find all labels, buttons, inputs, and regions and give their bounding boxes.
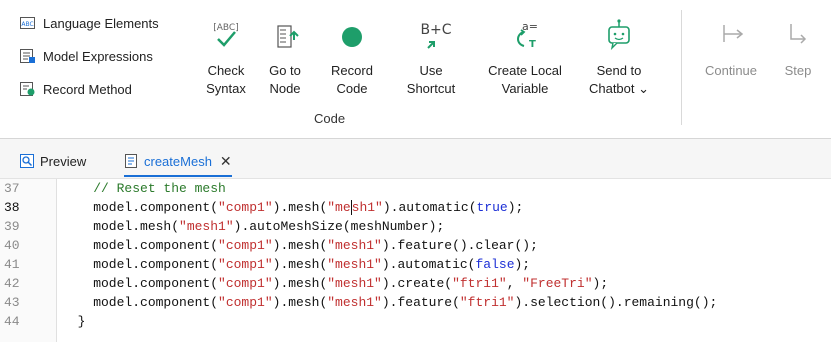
svg-text:ABC: ABC	[21, 21, 33, 28]
line-number: 43	[4, 295, 20, 310]
continue-icon	[723, 25, 744, 42]
tab-createmesh-label: createMesh	[144, 153, 212, 169]
language-elements-icon: ABC	[20, 17, 35, 29]
code-line[interactable]: 42 model.component("comp1").mesh("mesh1"…	[0, 275, 831, 293]
check-syntax-button[interactable]: [ABC] Check Syntax	[203, 10, 249, 118]
record-code-button[interactable]: Record Code	[328, 10, 376, 118]
create-local-variable-label-2: Variable	[501, 81, 549, 96]
ribbon-left-list: ABC Language Elements Model Expressions …	[20, 11, 159, 110]
step-icon	[790, 24, 807, 44]
line-number: 37	[4, 181, 20, 196]
line-number: 39	[4, 219, 20, 234]
go-to-node-label-1: Go to	[269, 63, 301, 78]
go-to-node-icon	[277, 25, 299, 48]
ribbon-group-separator	[681, 10, 682, 125]
code-line[interactable]: 38 model.component("comp1").mesh("mesh1"…	[0, 199, 831, 217]
line-number: 42	[4, 276, 20, 291]
chatbot-icon	[608, 19, 630, 51]
code-line[interactable]: 39 model.mesh("mesh1").autoMeshSize(mesh…	[0, 218, 831, 236]
go-to-node-label-2: Node	[269, 81, 301, 96]
record-code-label-2: Code	[336, 81, 368, 96]
tab-preview-label: Preview	[40, 153, 87, 169]
code-line[interactable]: 44 }	[0, 313, 831, 331]
send-to-chatbot-label-2: Chatbot ⌄	[588, 81, 650, 96]
record-method-button[interactable]: Record Method	[20, 77, 159, 101]
code-text[interactable]: model.component("comp1").mesh("mesh1").a…	[62, 199, 523, 217]
code-text[interactable]: }	[62, 313, 86, 331]
svg-text:B+C: B+C	[420, 22, 451, 38]
code-text[interactable]: model.component("comp1").mesh("mesh1").f…	[62, 237, 538, 255]
step-label: Step	[784, 63, 812, 78]
svg-text:[ABC]: [ABC]	[213, 23, 238, 33]
create-local-variable-button[interactable]: a= T Create Local Variable	[478, 10, 572, 118]
local-variable-icon: a= T	[517, 20, 538, 50]
send-to-chatbot-label-1: Send to	[596, 63, 642, 78]
svg-text:T: T	[529, 39, 536, 50]
code-line[interactable]: 40 model.component("comp1").mesh("mesh1"…	[0, 237, 831, 255]
language-elements-button[interactable]: ABC Language Elements	[20, 11, 159, 35]
tab-preview[interactable]: Preview	[20, 147, 86, 175]
use-shortcut-label-2: Shortcut	[406, 81, 456, 96]
line-number: 38	[4, 200, 20, 215]
shortcut-icon: B+C	[420, 22, 451, 49]
continue-button[interactable]: Continue	[699, 10, 763, 118]
preview-icon	[20, 154, 34, 168]
tab-createmesh[interactable]: createMesh ✕	[124, 147, 232, 177]
code-line[interactable]: 43 model.component("comp1").mesh("mesh1"…	[0, 294, 831, 312]
model-expressions-label: Model Expressions	[43, 48, 153, 64]
step-button[interactable]: Step	[776, 10, 820, 118]
check-syntax-icon: [ABC]	[213, 23, 239, 47]
code-text[interactable]: model.mesh("mesh1").autoMeshSize(meshNum…	[62, 218, 444, 236]
use-shortcut-button[interactable]: B+C Use Shortcut	[400, 10, 462, 118]
record-method-label: Record Method	[43, 81, 132, 97]
code-text[interactable]: // Reset the mesh	[62, 180, 226, 198]
line-number: 44	[4, 314, 20, 329]
continue-label: Continue	[704, 63, 758, 78]
code-text[interactable]: model.component("comp1").mesh("mesh1").f…	[62, 294, 717, 312]
model-expressions-button[interactable]: Model Expressions	[20, 44, 159, 68]
svg-text:a=: a=	[522, 20, 538, 33]
record-icon	[342, 27, 362, 47]
use-shortcut-label-1: Use	[419, 63, 443, 78]
code-editor[interactable]: 37 // Reset the mesh 38 model.component("…	[0, 179, 831, 342]
editor-tab-bar: Preview createMesh ✕	[0, 139, 831, 179]
record-method-icon	[20, 82, 35, 96]
code-text[interactable]: model.component("comp1").mesh("mesh1").c…	[62, 275, 608, 293]
method-file-icon	[125, 154, 137, 168]
model-expressions-icon	[20, 49, 35, 63]
send-to-chatbot-button[interactable]: Send to Chatbot ⌄	[586, 10, 652, 118]
record-code-label-1: Record	[331, 63, 373, 78]
code-text[interactable]: model.component("comp1").mesh("mesh1").a…	[62, 256, 530, 274]
code-line[interactable]: 37 // Reset the mesh	[0, 180, 831, 198]
line-number: 40	[4, 238, 20, 253]
line-number: 41	[4, 257, 20, 272]
code-line[interactable]: 41 model.component("comp1").mesh("mesh1"…	[0, 256, 831, 274]
check-syntax-label-2: Syntax	[206, 81, 246, 96]
check-syntax-label-1: Check	[207, 63, 245, 78]
go-to-node-button[interactable]: Go to Node	[266, 10, 304, 118]
language-elements-label: Language Elements	[43, 15, 159, 31]
close-icon[interactable]: ✕	[220, 153, 232, 170]
text-caret	[350, 200, 352, 216]
code-group-label: Code	[314, 111, 346, 126]
ribbon: ABC Language Elements Model Expressions …	[0, 0, 831, 139]
create-local-variable-label-1: Create Local	[488, 63, 562, 78]
